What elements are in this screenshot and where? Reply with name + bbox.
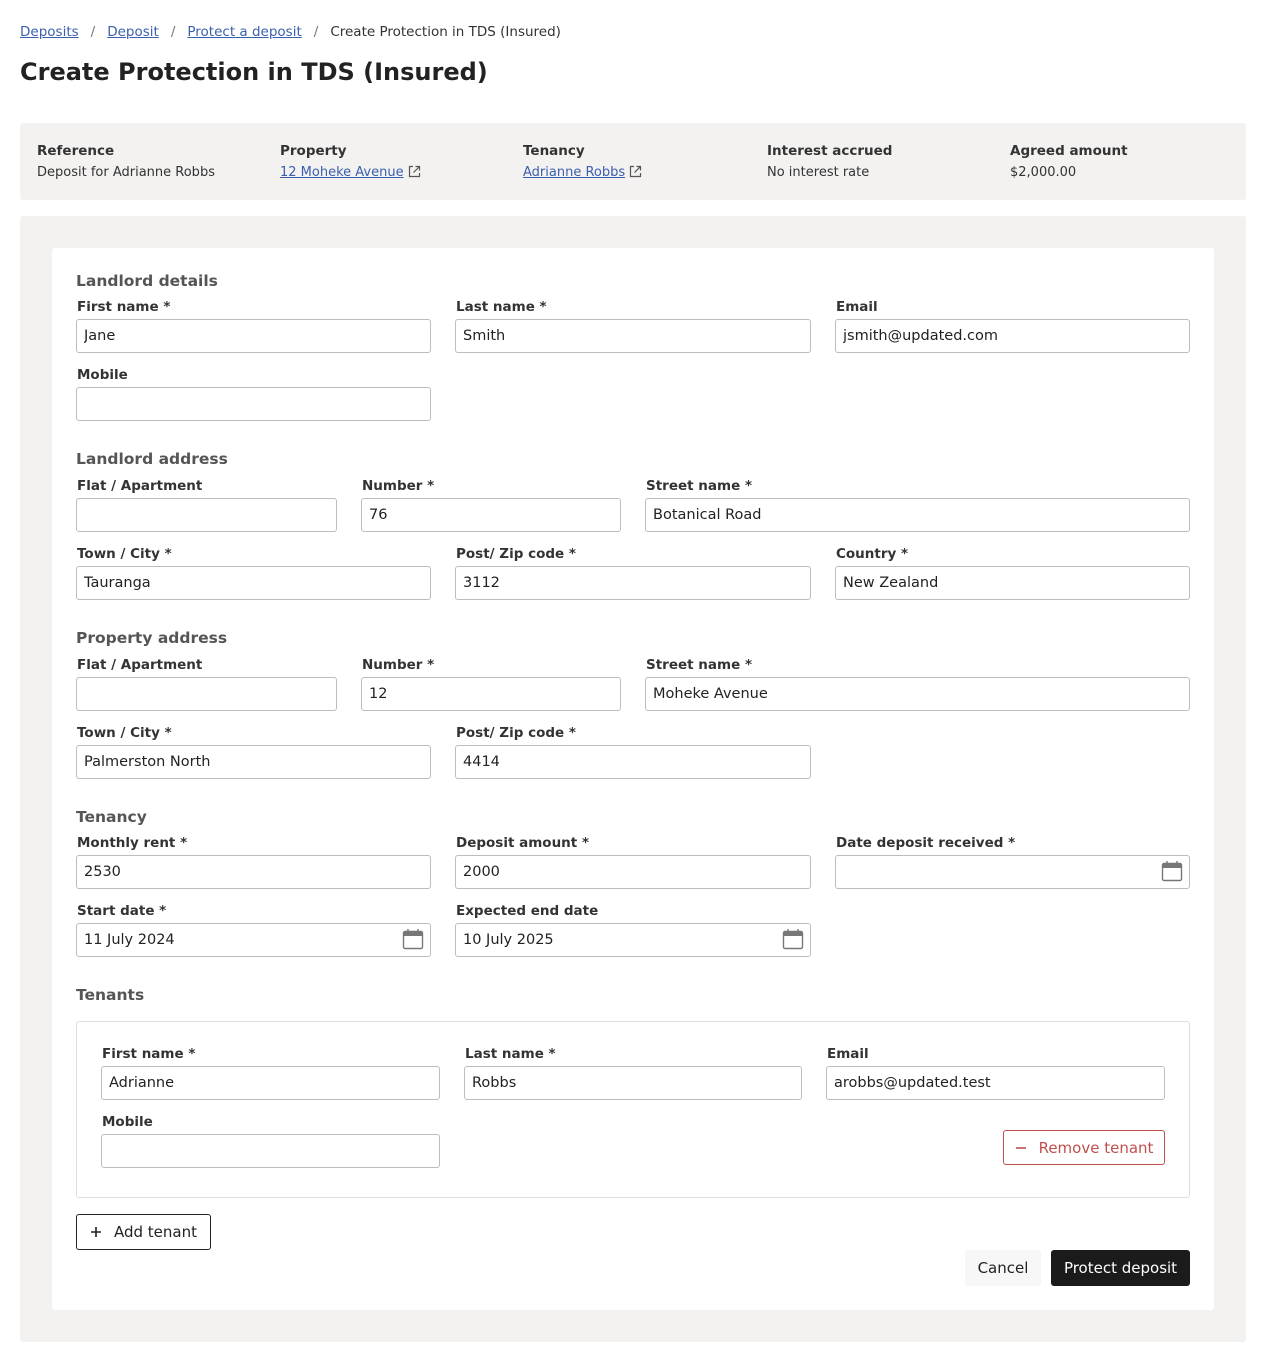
summary-interest: Interest accrued No interest rate xyxy=(767,143,892,180)
landlord-first-name-input[interactable] xyxy=(76,319,431,353)
start-date-label: Start date * xyxy=(77,903,167,919)
protect-deposit-button[interactable]: Protect deposit xyxy=(1051,1250,1190,1286)
landlord-post-input[interactable] xyxy=(455,566,811,600)
breadcrumb-current: Create Protection in TDS (Insured) xyxy=(330,24,561,40)
summary-tenancy-label: Tenancy xyxy=(523,143,585,159)
landlord-first-name-label: First name * xyxy=(77,299,171,315)
summary-interest-label: Interest accrued xyxy=(767,143,893,159)
breadcrumb-separator: / xyxy=(313,24,319,40)
calendar-icon[interactable] xyxy=(402,928,424,950)
landlord-mobile-input[interactable] xyxy=(76,387,431,421)
breadcrumb-deposits-link[interactable]: Deposits xyxy=(20,24,79,40)
landlord-town-input[interactable] xyxy=(76,566,431,600)
end-date-input[interactable] xyxy=(455,923,811,957)
landlord-last-name-label: Last name * xyxy=(456,299,547,315)
summary-interest-value: No interest rate xyxy=(767,165,870,180)
breadcrumb-deposit-link[interactable]: Deposit xyxy=(107,24,159,40)
landlord-email-input[interactable] xyxy=(835,319,1190,353)
property-street-label: Street name * xyxy=(646,657,753,673)
summary-property-value: 12 Moheke Avenue xyxy=(280,165,421,180)
property-town-input[interactable] xyxy=(76,745,431,779)
tenant-last-name-input[interactable] xyxy=(464,1066,802,1100)
start-date-input[interactable] xyxy=(76,923,431,957)
summary-tenancy: Tenancy Adrianne Robbs xyxy=(523,143,642,180)
landlord-mobile-label: Mobile xyxy=(77,367,128,383)
tenant-mobile-input[interactable] xyxy=(101,1134,440,1168)
tenant-card: First name * Last name * Email Mobile xyxy=(76,1021,1190,1198)
summary-agreed-amount: Agreed amount $2,000.00 xyxy=(1010,143,1128,180)
landlord-street-label: Street name * xyxy=(646,478,753,494)
date-received-picker xyxy=(835,855,1190,889)
landlord-details-title: Landlord details xyxy=(76,272,218,290)
form-panel: Landlord details First name * Last name … xyxy=(20,216,1246,1342)
deposit-amount-input[interactable] xyxy=(455,855,811,889)
landlord-town-label: Town / City * xyxy=(77,546,172,562)
external-link-icon[interactable] xyxy=(408,165,421,178)
summary-agreed-label: Agreed amount xyxy=(1010,143,1128,159)
deposit-summary: Reference Deposit for Adrianne Robbs Pro… xyxy=(20,123,1246,200)
property-flat-label: Flat / Apartment xyxy=(77,657,203,673)
tenant-email-label: Email xyxy=(827,1046,869,1062)
property-flat-input[interactable] xyxy=(76,677,337,711)
summary-property: Property 12 Moheke Avenue xyxy=(280,143,421,180)
end-date-label: Expected end date xyxy=(456,903,599,919)
tenant-email-input[interactable] xyxy=(826,1066,1165,1100)
end-date-picker xyxy=(455,923,811,957)
landlord-number-label: Number * xyxy=(362,478,435,494)
property-town-label: Town / City * xyxy=(77,725,172,741)
date-received-label: Date deposit received * xyxy=(836,835,1016,851)
protection-form: Landlord details First name * Last name … xyxy=(52,248,1214,1310)
landlord-address-title: Landlord address xyxy=(76,450,228,468)
tenant-first-name-label: First name * xyxy=(102,1046,196,1062)
cancel-button[interactable]: Cancel xyxy=(965,1250,1041,1286)
property-number-label: Number * xyxy=(362,657,435,673)
add-tenant-button[interactable]: Add tenant xyxy=(76,1214,211,1250)
property-number-input[interactable] xyxy=(361,677,621,711)
breadcrumb-separator: / xyxy=(90,24,96,40)
start-date-picker xyxy=(76,923,431,957)
breadcrumb-separator: / xyxy=(170,24,176,40)
summary-reference-value: Deposit for Adrianne Robbs xyxy=(37,165,215,180)
add-tenant-label: Add tenant xyxy=(113,1223,197,1241)
landlord-flat-input[interactable] xyxy=(76,498,337,532)
landlord-number-input[interactable] xyxy=(361,498,621,532)
summary-reference: Reference Deposit for Adrianne Robbs xyxy=(37,143,215,180)
page-title: Create Protection in TDS (Insured) xyxy=(20,58,488,86)
tenant-mobile-label: Mobile xyxy=(102,1114,153,1130)
tenant-last-name-label: Last name * xyxy=(465,1046,556,1062)
property-link[interactable]: 12 Moheke Avenue xyxy=(280,165,404,180)
minus-icon xyxy=(1015,1146,1026,1149)
summary-tenancy-value: Adrianne Robbs xyxy=(523,165,642,180)
property-street-input[interactable] xyxy=(645,677,1190,711)
calendar-icon[interactable] xyxy=(782,928,804,950)
landlord-flat-label: Flat / Apartment xyxy=(77,478,203,494)
property-post-label: Post/ Zip code * xyxy=(456,725,576,741)
landlord-street-input[interactable] xyxy=(645,498,1190,532)
landlord-email-label: Email xyxy=(836,299,878,315)
landlord-last-name-input[interactable] xyxy=(455,319,811,353)
tenancy-link[interactable]: Adrianne Robbs xyxy=(523,165,625,180)
remove-tenant-button[interactable]: Remove tenant xyxy=(1003,1130,1165,1165)
monthly-rent-label: Monthly rent * xyxy=(77,835,188,851)
summary-reference-label: Reference xyxy=(37,143,115,159)
date-received-input[interactable] xyxy=(835,855,1190,889)
tenants-title: Tenants xyxy=(76,986,145,1004)
monthly-rent-input[interactable] xyxy=(76,855,431,889)
deposit-amount-label: Deposit amount * xyxy=(456,835,590,851)
property-address-title: Property address xyxy=(76,629,228,647)
landlord-post-label: Post/ Zip code * xyxy=(456,546,576,562)
calendar-icon[interactable] xyxy=(1161,860,1183,882)
summary-agreed-value: $2,000.00 xyxy=(1010,165,1077,180)
summary-property-label: Property xyxy=(280,143,347,159)
breadcrumb-protect-deposit-link[interactable]: Protect a deposit xyxy=(187,24,301,40)
remove-tenant-label: Remove tenant xyxy=(1038,1138,1154,1157)
landlord-country-label: Country * xyxy=(836,546,909,562)
property-post-input[interactable] xyxy=(455,745,811,779)
tenant-first-name-input[interactable] xyxy=(101,1066,440,1100)
tenancy-title: Tenancy xyxy=(76,808,147,826)
plus-icon xyxy=(90,1227,101,1237)
breadcrumb: Deposits / Deposit / Protect a deposit /… xyxy=(20,24,561,40)
external-link-icon[interactable] xyxy=(629,165,642,178)
landlord-country-input[interactable] xyxy=(835,566,1190,600)
